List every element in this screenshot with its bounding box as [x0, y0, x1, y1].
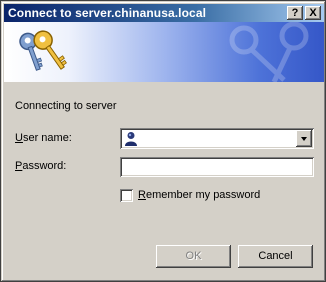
decorative-keys-watermark: [229, 22, 309, 82]
ok-button[interactable]: OK: [156, 245, 231, 268]
username-label-text: ser name:: [22, 132, 72, 144]
username-label-hotkey: U: [15, 132, 23, 144]
close-button[interactable]: X: [305, 6, 321, 20]
username-label: User name:: [15, 132, 72, 144]
password-label: Password:: [15, 160, 66, 172]
username-dropdown-button[interactable]: [296, 130, 312, 147]
password-label-text: assword:: [22, 160, 67, 172]
chevron-down-icon: [301, 137, 307, 141]
keys-icon: [19, 30, 67, 71]
remember-password-label[interactable]: Remember my password: [138, 189, 260, 201]
cancel-button[interactable]: Cancel: [238, 245, 313, 268]
username-combobox[interactable]: [120, 128, 314, 149]
connect-dialog: Connect to server.chinanusa.local ? X Co…: [0, 0, 326, 282]
password-field[interactable]: [120, 157, 314, 177]
remember-password-checkbox[interactable]: [120, 189, 133, 202]
banner: [4, 22, 324, 82]
remember-label-text: emember my password: [145, 189, 261, 201]
window-title: Connect to server.chinanusa.local: [8, 6, 207, 20]
user-icon: [125, 132, 137, 146]
remember-label-hotkey: R: [138, 189, 146, 201]
title-bar[interactable]: Connect to server.chinanusa.local ? X: [4, 4, 324, 22]
status-message: Connecting to server: [15, 100, 117, 112]
help-button[interactable]: ?: [287, 6, 303, 20]
